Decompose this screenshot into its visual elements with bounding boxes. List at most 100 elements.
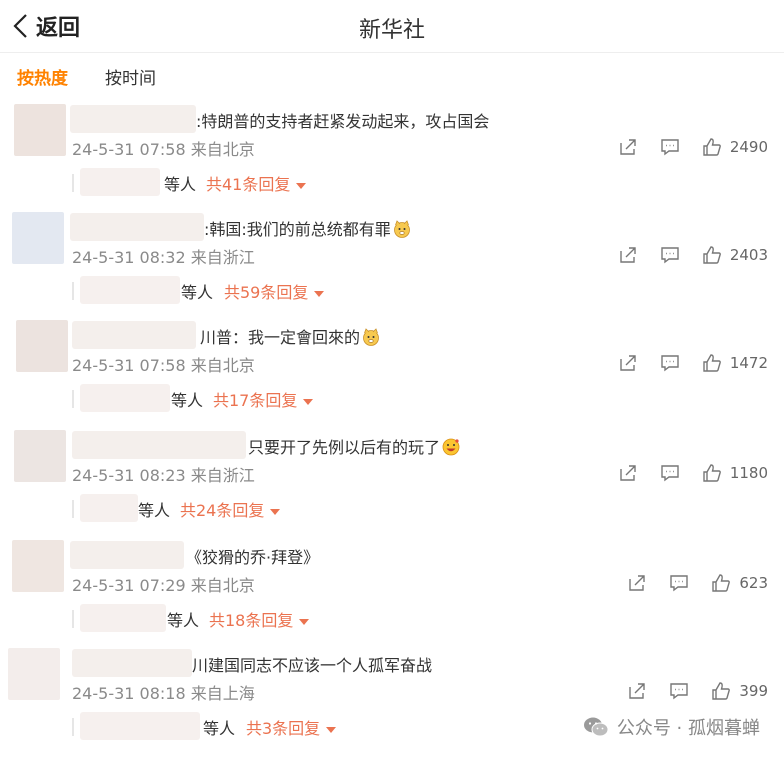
username-blurred[interactable] — [70, 541, 184, 569]
like-count: 623 — [739, 574, 768, 592]
reply-count-link[interactable]: 共41条回复 — [206, 171, 307, 195]
like-count: 399 — [739, 682, 768, 700]
page-title: 新华社 — [358, 18, 425, 43]
like-icon[interactable] — [702, 353, 722, 373]
reply-etc-label: 等人 — [164, 175, 197, 194]
username-blurred[interactable] — [70, 213, 204, 241]
like-icon[interactable] — [711, 681, 731, 701]
comment-item: :韩国:我们的前总统都有罪 24-5-31 08:32 来自浙江 2403 等人… — [0, 212, 784, 320]
comment-actions: 1180 — [618, 463, 768, 483]
comment-meta: 24-5-31 08:18 来自上海 — [72, 684, 255, 703]
comment-item: :特朗普的支持者赶紧发动起来，攻占国会 24-5-31 07:58 来自北京 2… — [0, 104, 784, 212]
share-icon[interactable] — [627, 573, 647, 593]
reply-users-blurred[interactable] — [80, 384, 170, 412]
reply-users-blurred[interactable] — [80, 712, 200, 740]
reply-divider — [72, 610, 74, 628]
like-count: 1180 — [729, 464, 768, 482]
reply-etc-label: 等人 — [181, 283, 214, 302]
comment-icon[interactable] — [660, 463, 680, 483]
sort-tabs: 按热度 按时间 — [17, 64, 156, 89]
top-bar: 返回 新华社 — [0, 0, 784, 53]
reply-divider — [72, 718, 74, 736]
like-icon[interactable] — [702, 137, 722, 157]
share-icon[interactable] — [618, 463, 638, 483]
comment-text: 川建国同志不应该一个人孤军奋战 — [192, 656, 433, 675]
username-blurred[interactable] — [70, 105, 196, 133]
reply-count-link[interactable]: 共3条回复 — [246, 715, 337, 739]
wechat-icon — [583, 717, 609, 737]
reply-users-blurred[interactable] — [80, 276, 180, 304]
reply-count-link[interactable]: 共24条回复 — [180, 497, 281, 521]
comment-actions: 623 — [627, 573, 768, 593]
tab-by-time[interactable]: 按时间 — [105, 64, 156, 89]
comment-actions: 1472 — [618, 353, 768, 373]
comment-icon[interactable] — [660, 137, 680, 157]
like-icon[interactable] — [711, 573, 731, 593]
tab-by-hot[interactable]: 按热度 — [17, 64, 68, 89]
like-icon[interactable] — [702, 463, 722, 483]
comment-icon[interactable] — [660, 245, 680, 265]
comment-meta: 24-5-31 07:58 来自北京 — [72, 356, 255, 375]
comment-item: 只要开了先例以后有的玩了 24-5-31 08:23 来自浙江 1180 等人 … — [0, 430, 784, 538]
caret-down-icon — [296, 182, 307, 189]
grin-face-icon — [442, 438, 460, 456]
watermark: 公众号 · 孤烟暮蝉 — [583, 714, 760, 740]
reply-divider — [72, 282, 74, 300]
reply-users-blurred[interactable] — [80, 494, 138, 522]
caret-down-icon — [303, 398, 314, 405]
avatar[interactable] — [12, 540, 64, 592]
share-icon[interactable] — [618, 137, 638, 157]
comment-text: 川普：我一定會回來的 — [200, 324, 380, 348]
reply-etc-label: 等人 — [171, 391, 204, 410]
reply-count-link[interactable]: 共59条回复 — [224, 279, 325, 303]
comment-actions: 399 — [627, 681, 768, 701]
comment-icon[interactable] — [660, 353, 680, 373]
caret-down-icon — [299, 618, 310, 625]
comment-meta: 24-5-31 07:58 来自北京 — [72, 140, 255, 159]
like-count: 2490 — [729, 138, 768, 156]
reply-divider — [72, 500, 74, 518]
reply-users-blurred[interactable] — [80, 168, 160, 196]
comment-text: :韩国:我们的前总统都有罪 — [204, 216, 411, 240]
like-count: 1472 — [729, 354, 768, 372]
comment-actions: 2403 — [618, 245, 768, 265]
reply-count-link[interactable]: 共18条回复 — [209, 607, 310, 631]
comment-item: 《狡猾的乔·拜登》 24-5-31 07:29 来自北京 623 等人 共18条… — [0, 540, 784, 648]
comment-actions: 2490 — [618, 137, 768, 157]
reply-users-blurred[interactable] — [80, 604, 166, 632]
username-blurred[interactable] — [72, 649, 192, 677]
username-blurred[interactable] — [72, 321, 196, 349]
watermark-text: 公众号 · 孤烟暮蝉 — [616, 718, 760, 739]
caret-down-icon — [326, 726, 337, 733]
avatar[interactable] — [8, 648, 60, 700]
doge-face-icon — [393, 220, 410, 238]
share-icon[interactable] — [618, 245, 638, 265]
comment-item: 川普：我一定會回來的 24-5-31 07:58 来自北京 1472 等人 共1… — [0, 320, 784, 428]
doge-face-icon — [363, 328, 379, 346]
reply-divider — [72, 174, 74, 192]
comment-meta: 24-5-31 08:23 来自浙江 — [72, 466, 255, 485]
comment-text: :特朗普的支持者赶紧发动起来，攻占国会 — [196, 112, 490, 131]
comment-icon[interactable] — [669, 681, 689, 701]
caret-down-icon — [270, 508, 281, 515]
reply-etc-label: 等人 — [167, 611, 200, 630]
comment-text: 只要开了先例以后有的玩了 — [248, 434, 460, 458]
reply-etc-label: 等人 — [203, 719, 236, 738]
comment-icon[interactable] — [669, 573, 689, 593]
like-icon[interactable] — [702, 245, 722, 265]
reply-count-link[interactable]: 共17条回复 — [213, 387, 314, 411]
avatar[interactable] — [12, 212, 64, 264]
username-blurred[interactable] — [72, 431, 246, 459]
like-count: 2403 — [729, 246, 768, 264]
share-icon[interactable] — [618, 353, 638, 373]
avatar[interactable] — [16, 320, 68, 372]
comment-meta: 24-5-31 08:32 来自浙江 — [72, 248, 255, 267]
reply-etc-label: 等人 — [138, 501, 171, 520]
avatar[interactable] — [14, 430, 66, 482]
comment-text: 《狡猾的乔·拜登》 — [186, 548, 320, 567]
reply-divider — [72, 390, 74, 408]
avatar[interactable] — [14, 104, 66, 156]
comment-meta: 24-5-31 07:29 来自北京 — [72, 576, 255, 595]
caret-down-icon — [314, 290, 325, 297]
share-icon[interactable] — [627, 681, 647, 701]
